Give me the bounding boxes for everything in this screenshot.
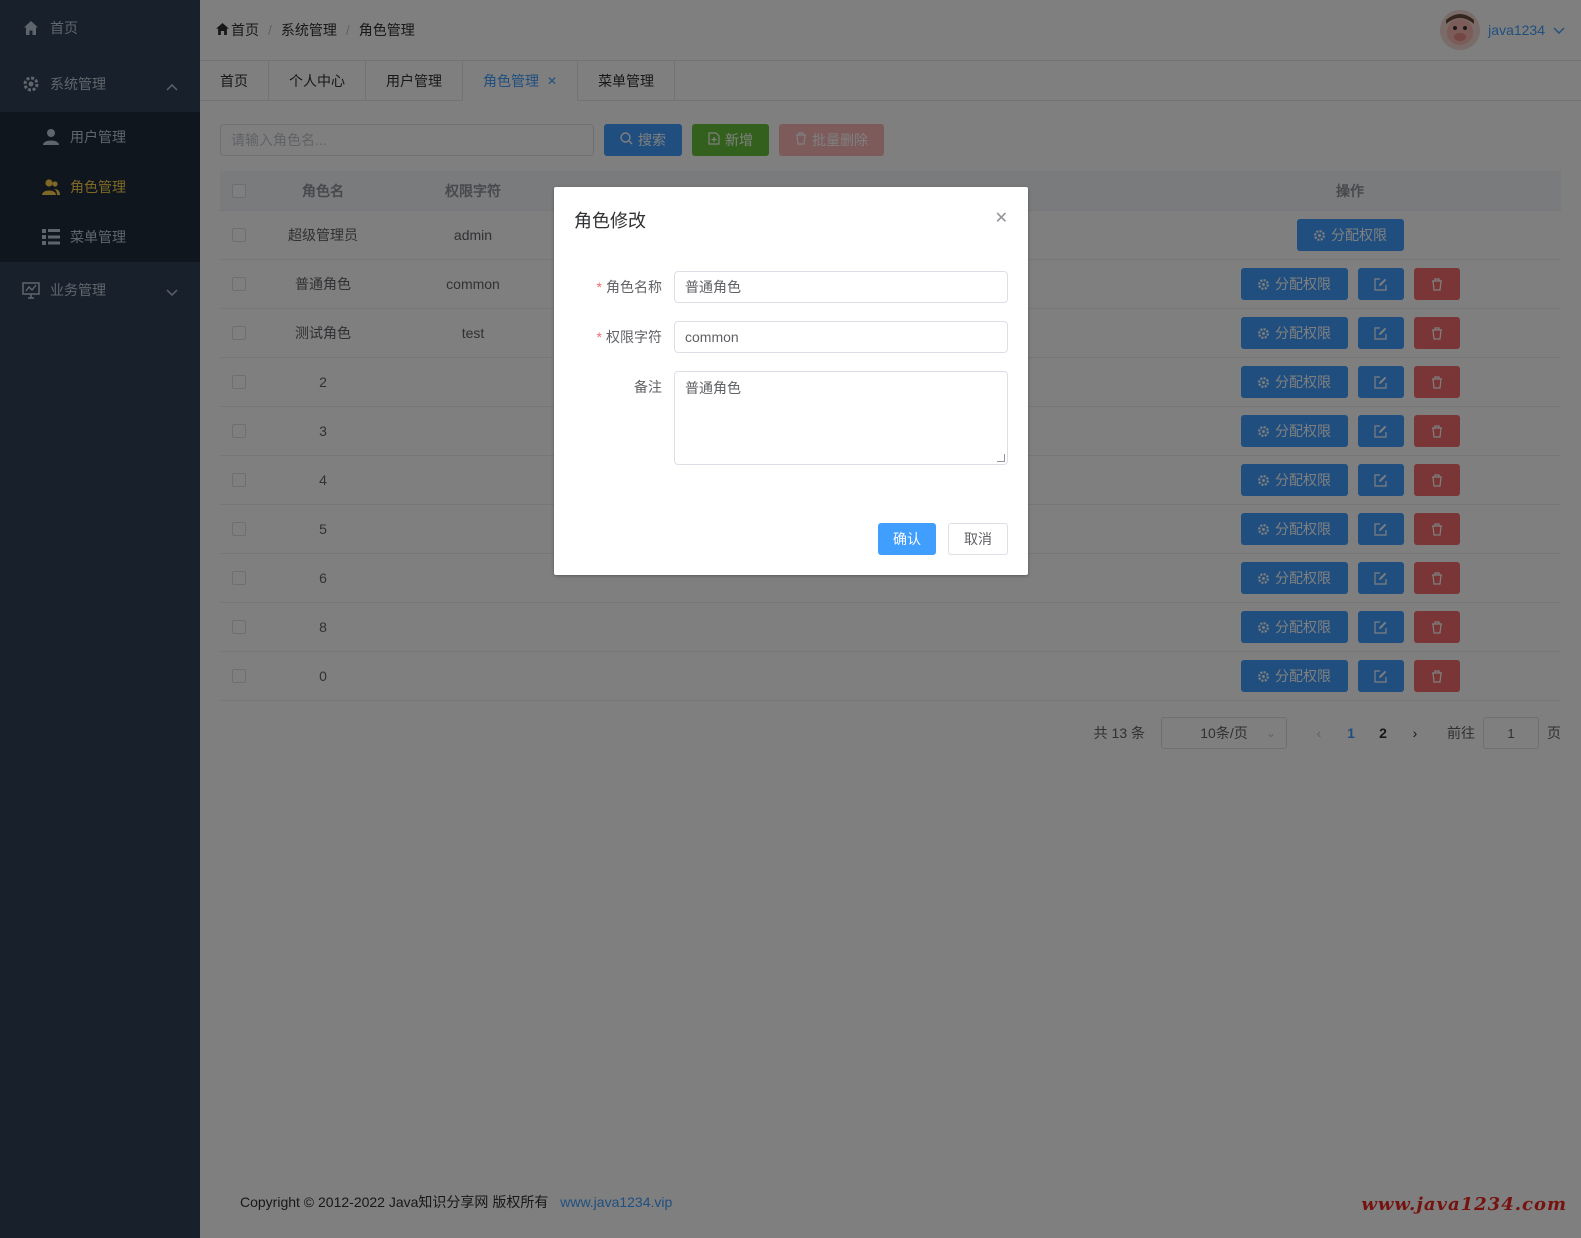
form-row-remark: 备注 普通角色 bbox=[574, 371, 1008, 465]
form-row-key: * 权限字符 common bbox=[574, 321, 1008, 353]
field-label: 备注 bbox=[634, 379, 662, 395]
confirm-button[interactable]: 确认 bbox=[878, 523, 936, 555]
dialog-title: 角色修改 bbox=[574, 211, 646, 231]
role-edit-dialog: 角色修改 ✕ * 角色名称 普通角色 * 权限字符 common 备注 普通角色 确… bbox=[554, 187, 1028, 575]
field-label: 角色名称 bbox=[606, 279, 662, 295]
form-row-name: * 角色名称 普通角色 bbox=[574, 271, 1008, 303]
dialog-footer: 确认 取消 bbox=[866, 523, 1008, 555]
role-key-input[interactable]: common bbox=[674, 321, 1008, 353]
field-label: 权限字符 bbox=[606, 329, 662, 345]
close-icon[interactable]: ✕ bbox=[995, 208, 1008, 228]
remark-textarea[interactable]: 普通角色 bbox=[674, 371, 1008, 465]
resize-handle[interactable] bbox=[997, 454, 1005, 462]
modal-overlay bbox=[0, 0, 1581, 1238]
cancel-button[interactable]: 取消 bbox=[948, 523, 1008, 555]
role-name-input[interactable]: 普通角色 bbox=[674, 271, 1008, 303]
